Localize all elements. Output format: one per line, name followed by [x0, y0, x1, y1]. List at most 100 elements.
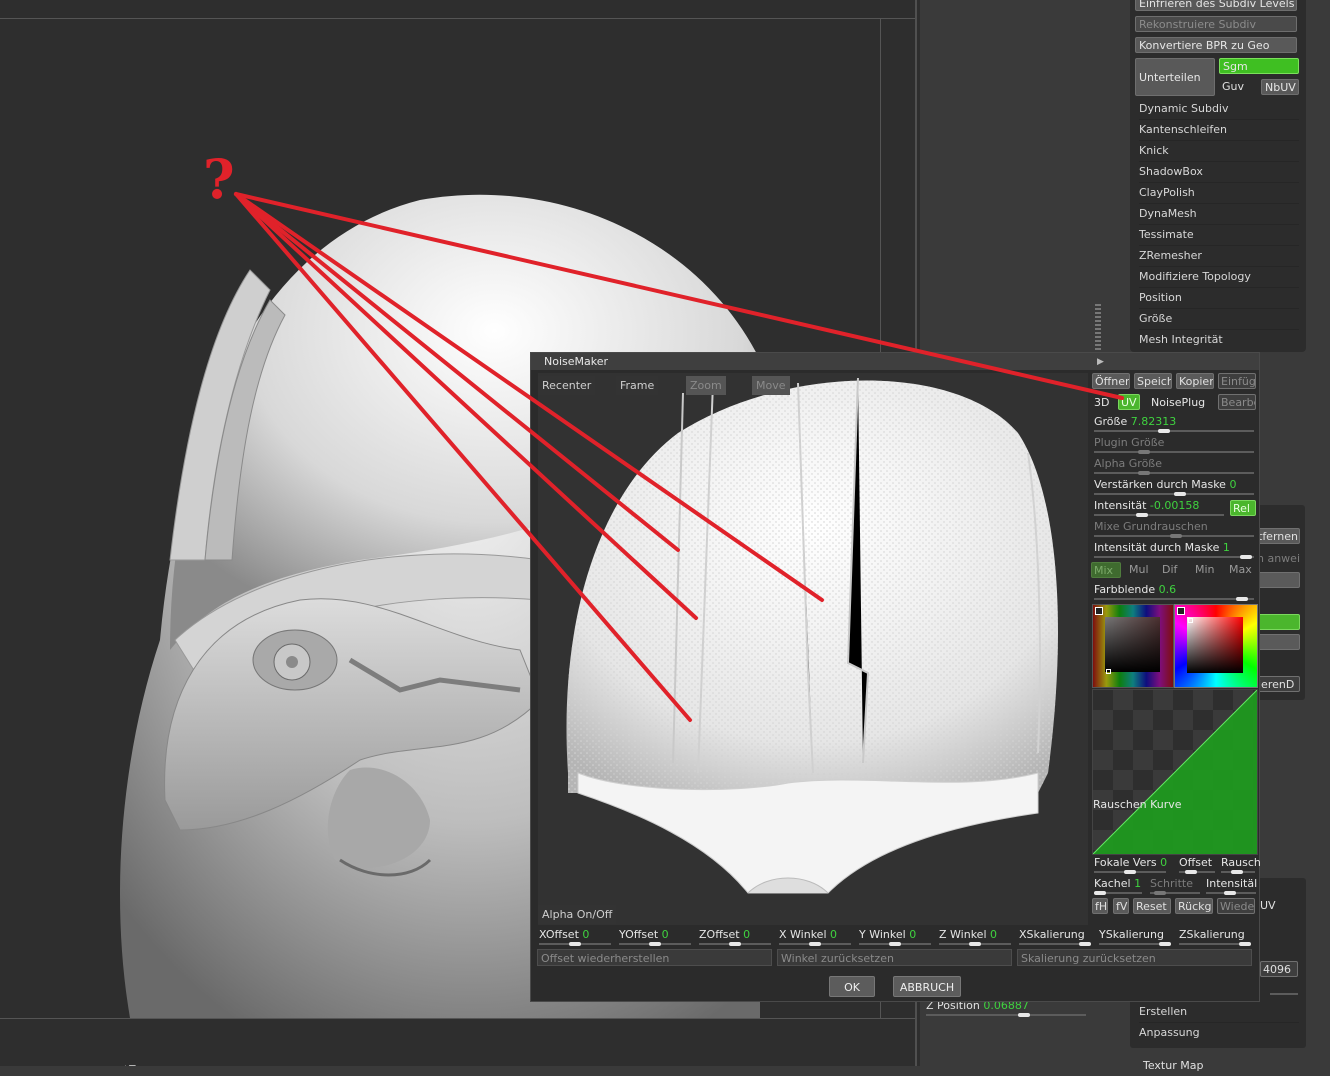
- menu-modifiziere-topology[interactable]: Modifiziere Topology: [1139, 267, 1299, 288]
- slider-knob[interactable]: [809, 942, 821, 946]
- slider-knob[interactable]: [1136, 513, 1148, 517]
- blend-dif-toggle[interactable]: Dif: [1162, 563, 1177, 576]
- blend-mix-toggle[interactable]: Mix: [1091, 562, 1121, 578]
- slider-knob[interactable]: [1079, 942, 1091, 946]
- dialog-title[interactable]: NoiseMaker: [531, 353, 1259, 370]
- recenter-button[interactable]: Recenter: [538, 376, 596, 395]
- menu-shadowbox[interactable]: ShadowBox: [1139, 162, 1299, 183]
- steps-slider[interactable]: [1150, 891, 1200, 895]
- offset-slider[interactable]: [1179, 870, 1215, 874]
- z-angle-slider[interactable]: [939, 942, 1011, 946]
- undo-button[interactable]: Rückgä: [1175, 898, 1213, 914]
- freeze-subdiv-button[interactable]: Einfrieren des Subdiv Levels: [1135, 0, 1297, 11]
- menu-dynamic-subdiv[interactable]: Dynamic Subdiv: [1139, 99, 1299, 120]
- menu-knick[interactable]: Knick: [1139, 141, 1299, 162]
- slider-knob[interactable]: [1170, 534, 1182, 538]
- mid-button-1[interactable]: [1255, 572, 1300, 588]
- z-position-slider[interactable]: [926, 1013, 1086, 1017]
- slider-knob[interactable]: [1239, 942, 1251, 946]
- slider-knob[interactable]: [1185, 870, 1197, 874]
- remove-button[interactable]: tfernen: [1255, 528, 1300, 544]
- reconstruct-subdiv-button[interactable]: Rekonstruiere Subdiv: [1135, 16, 1297, 32]
- z-scale-slider[interactable]: [1179, 942, 1251, 946]
- move-button[interactable]: Move: [752, 376, 790, 395]
- menu-mesh-integritaet[interactable]: Mesh Integrität: [1139, 330, 1299, 350]
- frame-button[interactable]: Frame: [616, 376, 659, 395]
- y-angle-slider[interactable]: [859, 942, 931, 946]
- copy-button[interactable]: Kopier: [1176, 373, 1214, 389]
- menu-anpassung[interactable]: Anpassung: [1139, 1023, 1299, 1043]
- mode-3d-toggle[interactable]: 3D: [1094, 396, 1109, 409]
- ok-button[interactable]: OK: [829, 976, 875, 997]
- slider-knob[interactable]: [1231, 870, 1243, 874]
- slider-knob[interactable]: [1174, 492, 1186, 496]
- edit-button[interactable]: Bearbe: [1218, 394, 1256, 410]
- x-angle-slider[interactable]: [779, 942, 851, 946]
- noise-slider[interactable]: [1221, 870, 1255, 874]
- noiseplug-label[interactable]: NoisePlug: [1151, 396, 1205, 409]
- intensity-short-slider[interactable]: [1206, 891, 1256, 895]
- zoffset-slider[interactable]: [699, 942, 771, 946]
- noise-curve-editor[interactable]: Rauschen Kurve: [1092, 689, 1258, 855]
- paste-button[interactable]: Einfüg: [1218, 373, 1256, 389]
- slider-knob[interactable]: [1224, 891, 1236, 895]
- menu-claypolish[interactable]: ClayPolish: [1139, 183, 1299, 204]
- y-scale-slider[interactable]: [1099, 942, 1171, 946]
- slider-knob[interactable]: [1138, 471, 1150, 475]
- redo-button[interactable]: Wieder: [1217, 898, 1255, 914]
- tile-slider[interactable]: [1094, 891, 1142, 895]
- size-4096-button[interactable]: 4096: [1260, 961, 1298, 977]
- divide-button[interactable]: Unterteilen: [1135, 58, 1215, 96]
- sgm-toggle[interactable]: Sgm: [1219, 58, 1299, 74]
- flip-h-button[interactable]: fH: [1092, 898, 1108, 914]
- menu-zremesher[interactable]: ZRemesher: [1139, 246, 1299, 267]
- color-blend-slider[interactable]: [1094, 597, 1254, 601]
- rel-toggle[interactable]: Rel: [1230, 500, 1256, 516]
- color-picker-2[interactable]: [1174, 604, 1258, 688]
- slider-knob[interactable]: [1158, 429, 1170, 433]
- nbuv-toggle[interactable]: NbUV: [1261, 79, 1299, 95]
- menu-tessimate[interactable]: Tessimate: [1139, 225, 1299, 246]
- guv-label[interactable]: Guv: [1222, 80, 1244, 93]
- blend-mul-toggle[interactable]: Mul: [1129, 563, 1149, 576]
- mode-uv-toggle[interactable]: UV: [1118, 394, 1140, 410]
- slider-knob[interactable]: [1154, 891, 1166, 895]
- mix-base-noise-slider[interactable]: [1094, 534, 1254, 538]
- size-slider[interactable]: [1094, 429, 1254, 433]
- slider-knob[interactable]: [1018, 1013, 1030, 1017]
- texture-map-menu[interactable]: Textur Map: [1143, 1059, 1203, 1072]
- mid-button-3[interactable]: ierenD: [1255, 676, 1300, 692]
- alpha-size-slider[interactable]: [1094, 471, 1254, 475]
- slider-knob[interactable]: [889, 942, 901, 946]
- intensity-mask-slider[interactable]: [1094, 555, 1254, 559]
- menu-position[interactable]: Position: [1139, 288, 1299, 309]
- noise-preview[interactable]: Recenter Frame Zoom Move Alpha On/Off: [538, 373, 1088, 925]
- save-button[interactable]: Speich: [1134, 373, 1172, 389]
- xoffset-slider[interactable]: [539, 942, 611, 946]
- slider-knob[interactable]: [569, 942, 581, 946]
- slider-knob[interactable]: [729, 942, 741, 946]
- panel-resize-grip[interactable]: [1095, 303, 1101, 358]
- amplify-mask-slider[interactable]: [1094, 492, 1254, 496]
- menu-kantenschleifen[interactable]: Kantenschleifen: [1139, 120, 1299, 141]
- intensity-slider[interactable]: [1094, 513, 1224, 517]
- slider-knob[interactable]: [1159, 942, 1171, 946]
- x-scale-slider[interactable]: [1019, 942, 1091, 946]
- low-slider[interactable]: [1270, 993, 1298, 995]
- yoffset-slider[interactable]: [619, 942, 691, 946]
- open-button[interactable]: Öffnen: [1092, 373, 1130, 389]
- alpha-toggle-button[interactable]: Alpha On/Off: [538, 905, 617, 924]
- cancel-button[interactable]: ABBRUCH: [893, 976, 961, 997]
- slider-knob[interactable]: [1236, 597, 1248, 601]
- reset-offset-button[interactable]: Offset wiederherstellen: [537, 949, 772, 966]
- mid-button-2[interactable]: [1255, 634, 1300, 650]
- flip-v-button[interactable]: fV: [1113, 898, 1129, 914]
- slider-knob[interactable]: [1240, 555, 1252, 559]
- menu-erstellen[interactable]: Erstellen: [1139, 1002, 1299, 1023]
- reset-scale-button[interactable]: Skalierung zurücksetzen: [1017, 949, 1252, 966]
- focal-shift-slider[interactable]: [1094, 870, 1166, 874]
- slider-knob[interactable]: [969, 942, 981, 946]
- dialog-arrow-icon[interactable]: ▶: [1097, 357, 1104, 367]
- convert-bpr-button[interactable]: Konvertiere BPR zu Geo: [1135, 37, 1297, 53]
- slider-knob[interactable]: [1138, 450, 1150, 454]
